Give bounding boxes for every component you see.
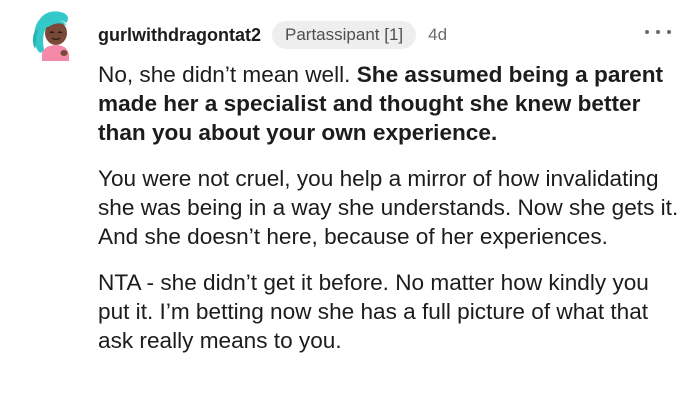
comment-body: No, she didn’t mean well. She assumed be… bbox=[98, 60, 684, 372]
comment-paragraph: No, she didn’t mean well. She assumed be… bbox=[98, 60, 684, 147]
comment-text: No, she didn’t mean well. bbox=[98, 62, 357, 87]
comment: gurlwithdragontat2 Partassipant [1] 4d N… bbox=[0, 0, 700, 407]
comment-header: gurlwithdragontat2 Partassipant [1] 4d bbox=[98, 20, 447, 50]
user-flair-badge: Partassipant [1] bbox=[272, 21, 417, 49]
more-options-icon[interactable] bbox=[645, 24, 671, 40]
avatar-hand bbox=[60, 50, 68, 56]
username-link[interactable]: gurlwithdragontat2 bbox=[98, 25, 261, 46]
comment-timestamp[interactable]: 4d bbox=[428, 25, 447, 45]
more-dot bbox=[667, 30, 671, 34]
more-dot bbox=[656, 30, 660, 34]
comment-paragraph: You were not cruel, you help a mirror of… bbox=[98, 166, 679, 249]
comment-paragraph: NTA - she didn’t get it before. No matte… bbox=[98, 270, 649, 353]
more-dot bbox=[645, 30, 649, 34]
user-avatar[interactable] bbox=[30, 9, 76, 63]
